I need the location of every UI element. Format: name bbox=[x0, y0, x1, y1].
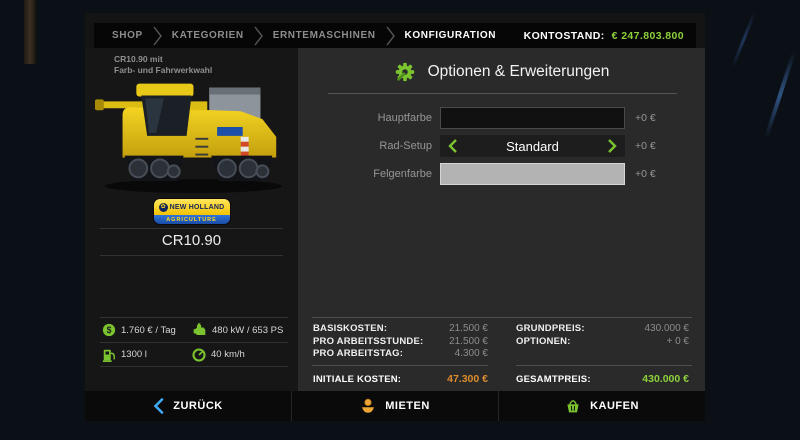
breadcrumb: SHOP KATEGORIEN ERNTEMASCHINEN KONFIGURA… bbox=[106, 23, 502, 48]
balance-label: KONTOSTAND: bbox=[524, 30, 605, 42]
config-price: +0 € bbox=[635, 140, 656, 152]
config-title: Optionen & Erweiterungen bbox=[428, 63, 610, 81]
cost-column-right: GRUNDPREIS:430.000 € OPTIONEN:+ 0 € bbox=[516, 323, 689, 348]
config-row-felgenfarbe: Felgenfarbe +0 € bbox=[298, 163, 705, 185]
divider bbox=[100, 255, 283, 256]
account-balance: KONTOSTAND: € 247.803.800 bbox=[524, 30, 684, 42]
total-price: GESAMTPREIS: 430.000 € bbox=[516, 373, 689, 385]
rent-button[interactable]: MIETEN bbox=[291, 391, 498, 421]
speedometer-icon bbox=[192, 348, 206, 362]
divider bbox=[516, 365, 692, 366]
shopping-basket-icon bbox=[565, 398, 581, 414]
shop-config-dialog: SHOP KATEGORIEN ERNTEMASCHINEN KONFIGURA… bbox=[85, 13, 705, 421]
selector-prev-button[interactable] bbox=[440, 135, 466, 157]
config-price: +0 € bbox=[635, 112, 656, 124]
breadcrumb-shop[interactable]: SHOP bbox=[106, 30, 149, 41]
back-button[interactable]: ZURÜCK bbox=[85, 391, 291, 421]
game-background: SHOP KATEGORIEN ERNTEMASCHINEN KONFIGURA… bbox=[0, 0, 800, 440]
brand-leaf-icon: ✿ bbox=[159, 203, 168, 212]
chevron-left-icon bbox=[153, 398, 164, 414]
configuration-panel: Optionen & Erweiterungen Hauptfarbe +0 € bbox=[298, 48, 705, 391]
chevron-right-icon bbox=[386, 26, 395, 46]
hand-coin-icon bbox=[360, 398, 376, 414]
config-label: Rad-Setup bbox=[298, 140, 432, 152]
config-label: Felgenfarbe bbox=[298, 168, 432, 180]
stat-max-speed: 40 km/h bbox=[192, 348, 245, 362]
divider bbox=[328, 93, 677, 94]
initial-cost-total: INITIALE KOSTEN: 47.300 € bbox=[313, 373, 488, 385]
selector-next-button[interactable] bbox=[599, 135, 625, 157]
divider bbox=[312, 317, 692, 318]
config-row-rad-setup: Rad-Setup Standard bbox=[298, 135, 705, 157]
balance-value: € 247.803.800 bbox=[612, 30, 684, 42]
vehicle-image bbox=[93, 58, 290, 196]
vehicle-overlay-title: CR10.90 mit Farb- und Fahrwerkwahl bbox=[114, 54, 212, 77]
background-structure bbox=[24, 0, 36, 64]
buy-button[interactable]: KAUFEN bbox=[498, 391, 705, 421]
wheel-setup-value: Standard bbox=[466, 139, 599, 154]
vehicle-model-name: CR10.90 bbox=[85, 232, 298, 249]
stat-power: 480 kW / 653 PS bbox=[192, 323, 283, 337]
chevron-right-icon bbox=[153, 26, 162, 46]
light-streak bbox=[764, 52, 796, 139]
breadcrumb-erntemaschinen[interactable]: ERNTEMASCHINEN bbox=[267, 30, 382, 41]
cost-column-left: BASISKOSTEN:21.500 € PRO ARBEITSSTUNDE:2… bbox=[313, 323, 488, 361]
vehicle-showcase-panel: CR10.90 mit Farb- und Fahrwerkwahl bbox=[85, 48, 298, 391]
chevron-left-icon bbox=[448, 139, 458, 153]
action-bar: ZURÜCK MIETEN KAUFEN bbox=[85, 391, 705, 421]
stat-daily-cost: $ 1.760 € / Tag bbox=[100, 323, 192, 337]
chevron-right-icon bbox=[254, 26, 263, 46]
divider bbox=[312, 365, 488, 366]
stat-fuel-capacity: 1300 l bbox=[100, 348, 192, 362]
top-bar: SHOP KATEGORIEN ERNTEMASCHINEN KONFIGURA… bbox=[94, 23, 696, 48]
brand-tagline: AGRICULTURE bbox=[166, 217, 217, 223]
main-color-swatch[interactable] bbox=[440, 107, 625, 129]
chevron-right-icon bbox=[607, 139, 617, 153]
config-label: Hauptfarbe bbox=[298, 112, 432, 124]
divider bbox=[100, 228, 283, 229]
vehicle-stats: $ 1.760 € / Tag 480 kW / 653 PS 1300 l bbox=[100, 317, 288, 367]
brand-name: NEW HOLLAND bbox=[170, 204, 225, 211]
breadcrumb-kategorien[interactable]: KATEGORIEN bbox=[166, 30, 250, 41]
options-gear-icon bbox=[394, 61, 416, 83]
engine-icon bbox=[192, 323, 207, 337]
svg-text:$: $ bbox=[107, 325, 112, 335]
config-price: +0 € bbox=[635, 168, 656, 180]
wheel-setup-selector[interactable]: Standard bbox=[440, 135, 625, 157]
breadcrumb-konfiguration[interactable]: KONFIGURATION bbox=[399, 30, 503, 41]
light-streak bbox=[731, 12, 756, 69]
coin-icon: $ bbox=[102, 323, 116, 337]
config-row-hauptfarbe: Hauptfarbe +0 € bbox=[298, 107, 705, 129]
fuel-icon bbox=[102, 348, 116, 362]
brand-logo: ✿ NEW HOLLAND AGRICULTURE bbox=[154, 199, 230, 224]
rim-color-swatch[interactable] bbox=[440, 163, 625, 185]
